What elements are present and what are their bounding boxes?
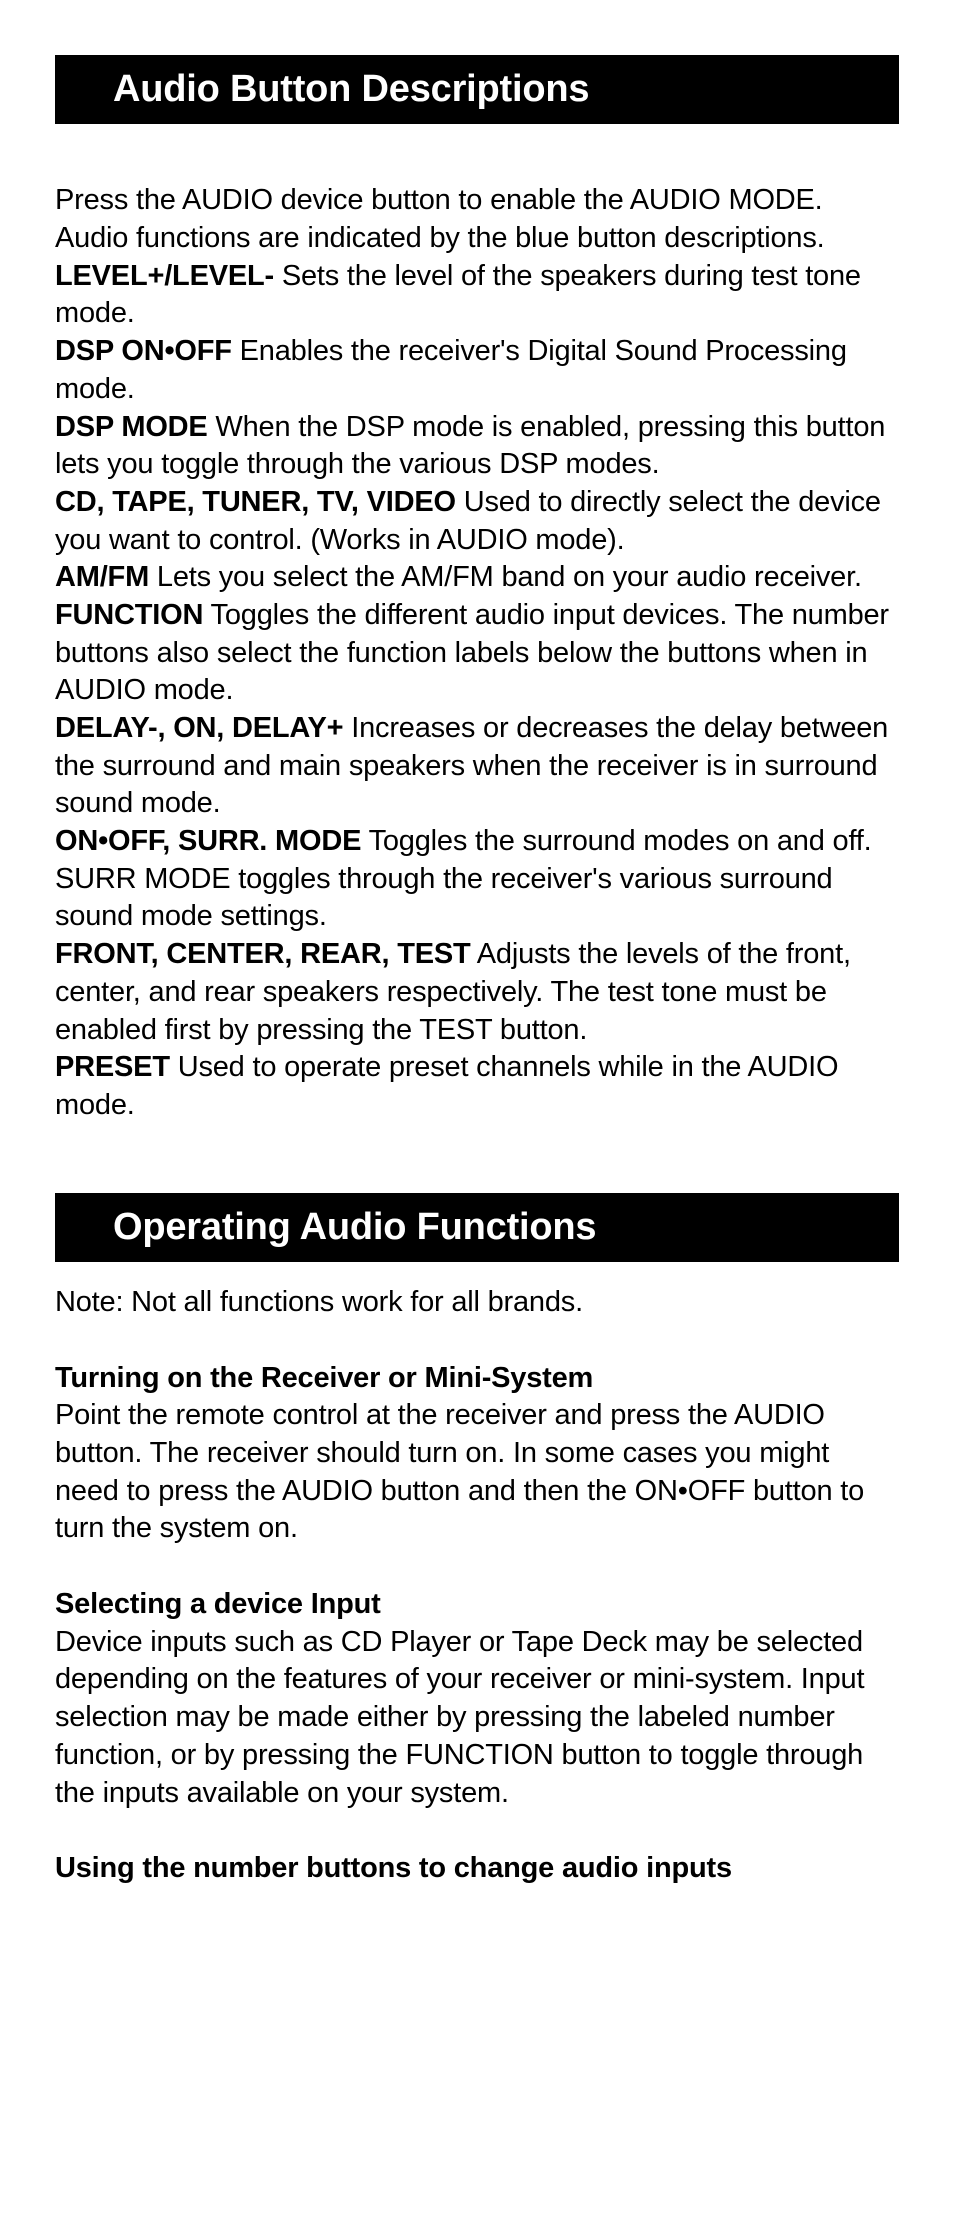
subsection-heading: Turning on the Receiver or Mini-System: [55, 1360, 899, 1398]
subsection-selecting-device-input: Selecting a device Input Device inputs s…: [55, 1586, 899, 1812]
term: DELAY-, ON, DELAY+: [55, 712, 343, 744]
term: FUNCTION: [55, 599, 203, 631]
subsection-heading: Selecting a device Input: [55, 1586, 899, 1624]
subsection-body: Point the remote control at the receiver…: [55, 1397, 899, 1548]
term: DSP ON•OFF: [55, 335, 232, 367]
desc: Used to operate preset channels while in…: [55, 1051, 838, 1121]
definition-front-center-rear-test: FRONT, CENTER, REAR, TEST Adjusts the le…: [55, 936, 899, 1049]
definition-dsp-onoff: DSP ON•OFF Enables the receiver's Digita…: [55, 333, 899, 408]
subsection-turning-on: Turning on the Receiver or Mini-System P…: [55, 1360, 899, 1548]
definition-am-fm: AM/FM Lets you select the AM/FM band on …: [55, 559, 899, 597]
definition-level: LEVEL+/LEVEL- Sets the level of the spea…: [55, 258, 899, 333]
definition-delay: DELAY-, ON, DELAY+ Increases or decrease…: [55, 710, 899, 823]
desc: Lets you select the AM/FM band on your a…: [149, 561, 862, 593]
definition-function: FUNCTION Toggles the different audio inp…: [55, 597, 899, 710]
term: FRONT, CENTER, REAR, TEST: [55, 938, 471, 970]
subsection-body: Device inputs such as CD Player or Tape …: [55, 1624, 899, 1812]
term: ON•OFF, SURR. MODE: [55, 825, 361, 857]
intro-paragraph: Press the AUDIO device button to enable …: [55, 182, 899, 257]
note-paragraph: Note: Not all functions work for all bra…: [55, 1284, 899, 1322]
section-1-body: Press the AUDIO device button to enable …: [55, 124, 899, 1124]
subsection-number-buttons: Using the number buttons to change audio…: [55, 1850, 899, 1888]
definition-cd-tape-tuner: CD, TAPE, TUNER, TV, VIDEO Used to direc…: [55, 484, 899, 559]
section-2-body: Note: Not all functions work for all bra…: [55, 1262, 899, 1888]
term: PRESET: [55, 1051, 170, 1083]
term: LEVEL+/LEVEL-: [55, 260, 274, 292]
section-header-operating-audio-functions: Operating Audio Functions: [55, 1193, 899, 1262]
term: CD, TAPE, TUNER, TV, VIDEO: [55, 486, 456, 518]
term: DSP MODE: [55, 411, 208, 443]
definition-preset: PRESET Used to operate preset channels w…: [55, 1049, 899, 1124]
term: AM/FM: [55, 561, 149, 593]
definition-onoff-surr: ON•OFF, SURR. MODE Toggles the surround …: [55, 823, 899, 936]
definition-dsp-mode: DSP MODE When the DSP mode is enabled, p…: [55, 409, 899, 484]
subsection-heading: Using the number buttons to change audio…: [55, 1850, 899, 1888]
section-header-audio-button-descriptions: Audio Button Descriptions: [55, 55, 899, 124]
